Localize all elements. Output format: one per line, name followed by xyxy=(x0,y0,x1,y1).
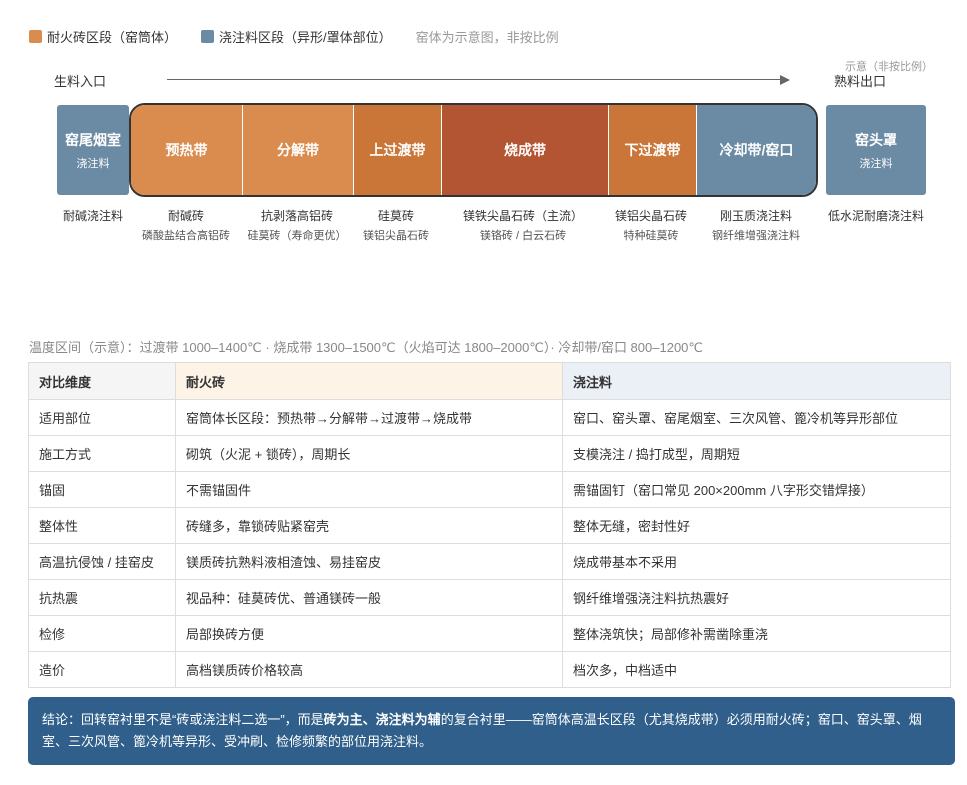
zone-burning: 烧成带 xyxy=(442,105,609,195)
material-label-calcining: 抗剥落高铝砖 硅莫砖（寿命更优） xyxy=(248,207,347,243)
material-label-inlet: 耐碱浇注料 xyxy=(63,207,123,224)
table-row: 锚固 不需锚固件 需锚固钉（窑口常见 200×200mm 八字形交错焊接） xyxy=(28,471,951,508)
kiln-hood-subtitle: 浇注料 xyxy=(859,157,893,170)
table-cell: 抗热震 xyxy=(28,579,176,616)
flow-end-label: 熟料出口 xyxy=(834,74,887,89)
table-row: 适用部位 窑筒体长区段：预热带→分解带→过渡带→烧成带 窑口、窑头罩、窑尾烟室、… xyxy=(28,399,951,436)
table-row: 整体性 砖缝多，靠锁砖贴紧窑壳 整体无缝，密封性好 xyxy=(28,507,951,544)
material-main: 耐碱砖 xyxy=(167,209,204,223)
table-cell: 档次多，中档适中 xyxy=(562,651,951,688)
material-sub: 特种硅莫砖 xyxy=(623,230,679,242)
table-row: 检修 局部换砖方便 整体浇筑快；局部修补需凿除重浇 xyxy=(28,615,951,652)
flow-arrow-line xyxy=(167,79,782,80)
comparison-table: 对比维度 耐火砖 浇注料 适用部位 窑筒体长区段：预热带→分解带→过渡带→烧成带… xyxy=(28,362,951,688)
temperature-note: 温度区间（示意）：过渡带 1000–1400℃ · 烧成带 1300–1500℃… xyxy=(29,340,704,355)
zone-preheat-label: 预热带 xyxy=(165,142,208,158)
table-cell: 不需锚固件 xyxy=(175,471,563,508)
kiln-inlet-chamber: 窑尾烟室 浇注料 xyxy=(57,105,129,195)
table-row: 高温抗侵蚀 / 挂窑皮 镁质砖抗熟料液相渣蚀、易挂窑皮 烧成带基本不采用 xyxy=(28,543,951,580)
table-cell: 支模浇注 / 捣打成型，周期短 xyxy=(562,435,951,472)
table-cell: 局部换砖方便 xyxy=(175,615,563,652)
header-castable: 浇注料 xyxy=(562,362,951,400)
header-brick: 耐火砖 xyxy=(175,362,563,400)
material-label-lower-transition: 镁铝尖晶石砖 特种硅莫砖 xyxy=(615,207,687,243)
table-cell: 锚固 xyxy=(28,471,176,508)
table-row: 施工方式 砌筑（火泥 + 锁砖），周期长 支模浇注 / 捣打成型，周期短 xyxy=(28,435,951,472)
material-sub: 钢纤维增强浇注料 xyxy=(712,230,800,242)
kiln-shell: 预热带 分解带 上过渡带 烧成带 下过渡带 冷却带/窑口 xyxy=(129,103,818,197)
table-cell: 窑口、窑头罩、窑尾烟室、三次风管、篦冷机等异形部位 xyxy=(562,399,951,436)
table-row: 抗热震 视品种：硅莫砖优、普通镁砖一般 钢纤维增强浇注料抗热震好 xyxy=(28,579,951,616)
table-cell: 整体无缝，密封性好 xyxy=(562,507,951,544)
kiln-hood-title: 窑头罩 xyxy=(855,131,897,148)
table-header-row: 对比维度 耐火砖 浇注料 xyxy=(28,362,951,400)
legend-label-brick: 耐火砖区段（窑筒体） xyxy=(47,29,178,45)
zone-cooling-outlet: 冷却带/窑口 xyxy=(697,105,816,195)
material-main: 低水泥耐磨浇注料 xyxy=(827,209,925,223)
table-cell: 窑筒体长区段：预热带→分解带→过渡带→烧成带 xyxy=(175,399,563,436)
table-cell: 砌筑（火泥 + 锁砖），周期长 xyxy=(175,435,563,472)
legend-note: 窑体为示意图，非按比例 xyxy=(415,29,559,45)
table-cell: 需锚固钉（窑口常见 200×200mm 八字形交错焊接） xyxy=(562,471,951,508)
zone-lower-transition-label: 下过渡带 xyxy=(624,142,681,158)
legend-item-castable: 浇注料区段（异形/罩体部位） xyxy=(201,27,392,46)
legend-item-brick: 耐火砖区段（窑筒体） xyxy=(29,27,177,46)
header-dimension: 对比维度 xyxy=(28,362,176,400)
conclusion-box: 结论：回转窑衬里不是“砖或浇注料二选一”，而是砖为主、浇注料为辅的复合衬里——窑… xyxy=(28,697,955,765)
material-label-cooling: 刚玉质浇注料 钢纤维增强浇注料 xyxy=(712,207,800,243)
table-cell: 高温抗侵蚀 / 挂窑皮 xyxy=(28,543,176,580)
table-cell: 造价 xyxy=(28,651,176,688)
legend-swatch-brick xyxy=(29,29,42,43)
material-sub: 镁铝尖晶石砖 xyxy=(363,230,429,242)
zone-calcining-label: 分解带 xyxy=(277,142,319,158)
zone-calcining: 分解带 xyxy=(243,105,354,195)
material-sub: 磷酸盐结合高铝砖 xyxy=(142,230,230,242)
flow-start-label: 生料入口 xyxy=(54,74,107,89)
material-main: 硅莫砖 xyxy=(377,209,414,223)
conclusion-prefix: 结论：回转窑衬里不是“砖或浇注料二选一”，而是 xyxy=(42,712,324,727)
zone-upper-transition: 上过渡带 xyxy=(354,105,442,195)
material-main: 刚玉质浇注料 xyxy=(719,209,792,223)
table-cell: 镁质砖抗熟料液相渣蚀、易挂窑皮 xyxy=(175,543,563,580)
table-row: 造价 高档镁质砖价格较高 档次多，中档适中 xyxy=(28,651,951,688)
material-sub: 硅莫砖（寿命更优） xyxy=(247,230,347,242)
material-sub: 镁铬砖 / 白云石砖 xyxy=(479,230,567,242)
zone-preheat: 预热带 xyxy=(131,105,243,195)
legend-label-castable: 浇注料区段（异形/罩体部位） xyxy=(219,29,392,45)
material-main: 镁铝尖晶石砖 xyxy=(614,209,688,223)
material-label-upper-transition: 硅莫砖 镁铝尖晶石砖 xyxy=(363,207,429,243)
material-main: 镁铁尖晶石砖（主流） xyxy=(462,209,584,223)
zone-lower-transition: 下过渡带 xyxy=(609,105,697,195)
material-label-preheat: 耐碱砖 磷酸盐结合高铝砖 xyxy=(142,207,230,243)
table-cell: 高档镁质砖价格较高 xyxy=(175,651,563,688)
table-cell: 视品种：硅莫砖优、普通镁砖一般 xyxy=(175,579,563,616)
material-label-burning: 镁铁尖晶石砖（主流） 镁铬砖 / 白云石砖 xyxy=(463,207,583,243)
table-cell: 适用部位 xyxy=(28,399,176,436)
table-cell: 检修 xyxy=(28,615,176,652)
zone-burning-label: 烧成带 xyxy=(504,142,546,158)
zone-cooling-outlet-label: 冷却带/窑口 xyxy=(719,142,794,158)
material-label-hood: 低水泥耐磨浇注料 xyxy=(828,207,924,224)
table-cell: 整体性 xyxy=(28,507,176,544)
kiln-hood: 窑头罩 浇注料 xyxy=(826,105,926,195)
table-cell: 整体浇筑快；局部修补需凿除重浇 xyxy=(562,615,951,652)
kiln-inlet-title: 窑尾烟室 xyxy=(65,131,121,148)
zone-upper-transition-label: 上过渡带 xyxy=(369,142,426,158)
table-cell: 钢纤维增强浇注料抗热震好 xyxy=(562,579,951,616)
material-main: 耐碱浇注料 xyxy=(62,209,124,223)
legend: 耐火砖区段（窑筒体） 浇注料区段（异形/罩体部位） 窑体为示意图，非按比例 xyxy=(29,27,559,45)
material-main: 抗剥落高铝砖 xyxy=(260,209,333,223)
table-cell: 砖缝多，靠锁砖贴紧窑壳 xyxy=(175,507,563,544)
conclusion-emphasis: 砖为主、浇注料为辅 xyxy=(323,712,441,727)
kiln-inlet-subtitle: 浇注料 xyxy=(76,157,110,170)
table-cell: 烧成带基本不采用 xyxy=(562,543,951,580)
flow-arrow-head-icon xyxy=(780,75,790,85)
legend-swatch-castable xyxy=(201,29,215,43)
table-cell: 施工方式 xyxy=(28,435,176,472)
